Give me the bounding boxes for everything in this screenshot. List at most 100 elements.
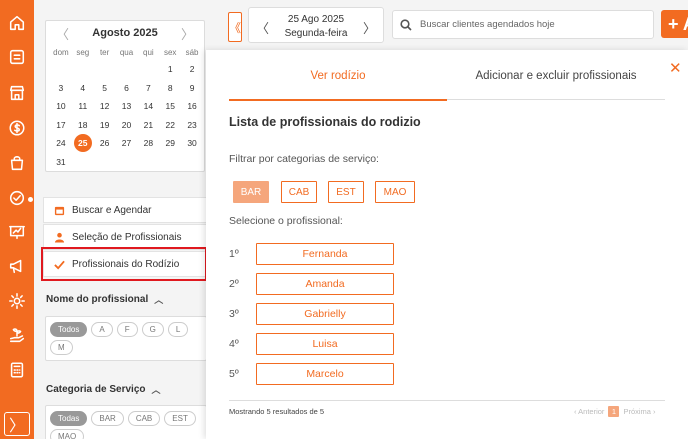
tab-view-rotation[interactable]: Ver rodízio	[229, 70, 447, 82]
calendar-day[interactable]: 24	[50, 134, 72, 153]
search-input[interactable]	[420, 19, 640, 30]
rotation-position: 3º	[229, 308, 239, 320]
professional-row: 1º Fernanda	[229, 243, 429, 265]
menu-label: Seleção de Profissionais	[72, 231, 182, 243]
rotation-position: 2º	[229, 278, 239, 290]
prev-page-button[interactable]: ‹ Anterior	[574, 407, 604, 416]
rotation-position: 1º	[229, 248, 239, 260]
presentation-icon[interactable]	[7, 222, 27, 242]
filter-chip[interactable]: L	[167, 322, 189, 337]
next-page-button[interactable]: Próxima ›	[623, 407, 655, 416]
calendar-day[interactable]: 7	[137, 79, 159, 98]
calendar-day[interactable]: 6	[116, 79, 138, 98]
calendar-day[interactable]: 29	[159, 134, 181, 153]
category-button-est[interactable]: EST	[328, 181, 364, 203]
expand-menu-button[interactable]: 〉	[4, 412, 30, 436]
store-icon[interactable]	[7, 47, 27, 67]
calendar-day[interactable]: 20	[116, 116, 138, 135]
professional-button[interactable]: Gabrielly	[256, 303, 394, 325]
pagination: ‹ Anterior 1 Próxima ›	[574, 406, 656, 417]
chevron-up-icon: ︿	[154, 295, 164, 305]
calendar-empty-cell	[116, 60, 138, 79]
category-button-cab[interactable]: CAB	[281, 181, 317, 203]
chevron-up-icon: ︿	[151, 385, 161, 395]
close-icon[interactable]: ✕	[669, 59, 682, 77]
calendar-empty-cell	[72, 153, 94, 172]
filter-chip[interactable]: MAO	[50, 429, 85, 439]
calendar-day[interactable]: 19	[94, 116, 116, 135]
calendar-day[interactable]: 26	[94, 134, 116, 153]
rotation-position: 5º	[229, 368, 239, 380]
calendar-day[interactable]: 23	[181, 116, 203, 135]
category-button-mao[interactable]: MAO	[375, 181, 415, 203]
bag-icon[interactable]	[7, 153, 27, 173]
filter-chip[interactable]: A	[91, 322, 113, 337]
filter-chip[interactable]: EST	[164, 411, 196, 426]
calendar-empty-cell	[94, 60, 116, 79]
menu-search-schedule[interactable]: Buscar e Agendar	[43, 197, 207, 223]
date-selector: 〈 25 Ago 2025 Segunda-feira 〉	[248, 7, 384, 43]
filter-label: Filtrar por categorias de serviço:	[229, 153, 379, 165]
calendar-day[interactable]: 5	[94, 79, 116, 98]
active-indicator-dot	[28, 197, 33, 202]
filter-chip[interactable]: G	[141, 322, 164, 337]
calendar-day[interactable]: 14	[137, 97, 159, 116]
category-filter-title[interactable]: Categoria de Serviço ︿	[46, 383, 161, 396]
calendar-day[interactable]: 28	[137, 134, 159, 153]
calendar-day[interactable]: 10	[50, 97, 72, 116]
calendar-day[interactable]: 8	[159, 79, 181, 98]
badge-check-icon[interactable]	[7, 188, 27, 208]
professional-filter-title[interactable]: Nome do profissional ︿	[46, 293, 163, 306]
calendar-day[interactable]: 25	[72, 134, 94, 153]
active-tab-underline	[229, 99, 447, 101]
professional-button[interactable]: Luisa	[256, 333, 394, 355]
calendar-day[interactable]: 27	[116, 134, 138, 153]
calendar-day[interactable]: 17	[50, 116, 72, 135]
calendar-day[interactable]: 9	[181, 79, 203, 98]
filter-chip[interactable]: M	[50, 340, 73, 355]
calendar-day[interactable]: 3	[50, 79, 72, 98]
shop-icon[interactable]	[7, 83, 27, 103]
calendar-day[interactable]: 15	[159, 97, 181, 116]
calculator-icon[interactable]	[7, 360, 27, 380]
calendar-day[interactable]: 13	[116, 97, 138, 116]
calendar-day[interactable]: 4	[72, 79, 94, 98]
home-icon[interactable]	[7, 13, 27, 33]
calendar-day[interactable]: 12	[94, 97, 116, 116]
tab-manage-professionals[interactable]: Adicionar e excluir profissionais	[447, 70, 665, 82]
calendar-day[interactable]: 2	[181, 60, 203, 79]
megaphone-icon[interactable]	[7, 256, 27, 276]
filter-chip[interactable]: Todas	[50, 411, 88, 426]
calendar-day[interactable]: 22	[159, 116, 181, 135]
dollar-icon[interactable]	[7, 118, 27, 138]
search-box	[392, 10, 654, 39]
calendar-day[interactable]: 31	[50, 153, 72, 172]
weekday-header: sáb	[185, 48, 199, 57]
add-button[interactable]: + A	[661, 10, 688, 38]
filter-chip[interactable]: CAB	[127, 411, 161, 426]
calendar-empty-cell	[94, 153, 116, 172]
professional-button[interactable]: Amanda	[256, 273, 394, 295]
date-next-button[interactable]: 〉	[363, 18, 376, 37]
plant-hand-icon[interactable]	[7, 325, 27, 345]
calendar-icon	[53, 204, 65, 216]
filter-chip[interactable]: BAR	[91, 411, 124, 426]
calendar-next-button[interactable]: 〉	[181, 24, 194, 43]
filter-chip[interactable]: Todos	[50, 322, 88, 337]
current-page[interactable]: 1	[608, 406, 620, 417]
search-icon	[400, 18, 412, 31]
weekday-header: qui	[143, 48, 154, 57]
calendar-day[interactable]: 11	[72, 97, 94, 116]
filter-chip[interactable]: F	[116, 322, 138, 337]
collapse-panel-button[interactable]: 《	[228, 12, 242, 42]
professional-button[interactable]: Fernanda	[256, 243, 394, 265]
calendar-day[interactable]: 21	[137, 116, 159, 135]
gear-icon[interactable]	[7, 291, 27, 311]
calendar-day[interactable]: 18	[72, 116, 94, 135]
calendar-day[interactable]: 30	[181, 134, 203, 153]
calendar-day[interactable]: 1	[159, 60, 181, 79]
category-button-bar[interactable]: BAR	[233, 181, 269, 203]
calendar-prev-button[interactable]: 〈	[56, 24, 69, 43]
professional-button[interactable]: Marcelo	[256, 363, 394, 385]
calendar-day[interactable]: 16	[181, 97, 203, 116]
